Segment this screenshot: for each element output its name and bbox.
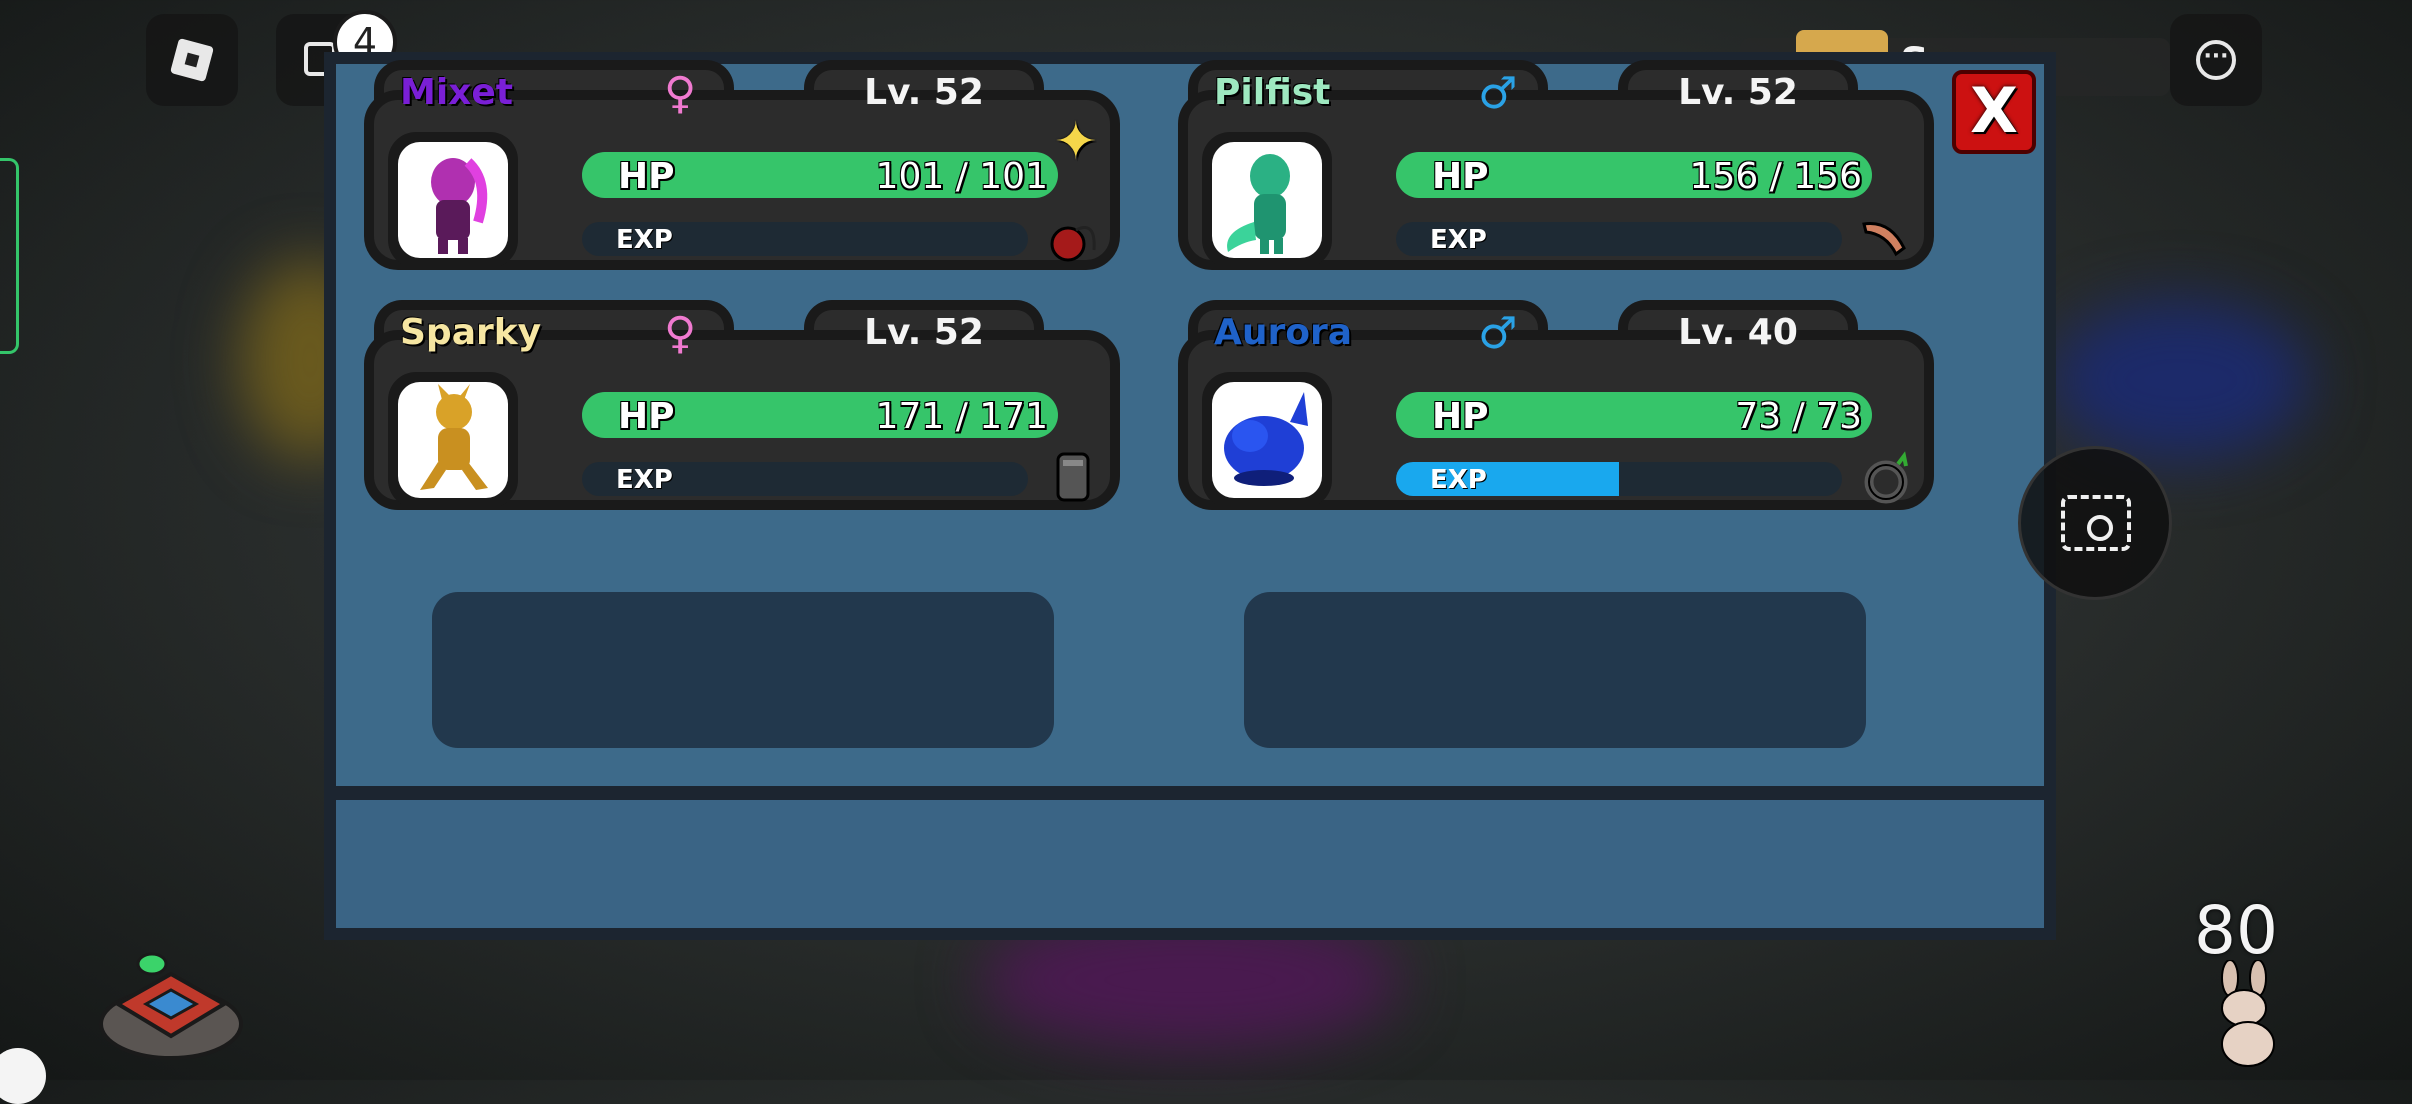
exp-label: EXP (616, 225, 673, 255)
pet-device-icon[interactable] (96, 944, 246, 1064)
more-options-button[interactable]: ··· (2170, 14, 2262, 106)
roblox-menu-button[interactable] (146, 14, 238, 106)
screenshot-button[interactable] (2018, 446, 2172, 600)
side-panel-tab[interactable] (0, 158, 19, 354)
pet-name: Mixet (400, 72, 514, 113)
female-icon: ♀ (664, 68, 697, 119)
pet-name: Pilfist (1214, 72, 1331, 113)
pilfist-sprite-icon (1227, 154, 1290, 254)
red-amulet-icon (1046, 210, 1102, 266)
hp-value: 171 / 171 (875, 396, 1048, 437)
hp-label: HP (618, 156, 675, 197)
panel-footer (336, 800, 2044, 928)
portrait-image (1212, 382, 1322, 498)
empty-party-slot-6[interactable] (1244, 592, 1866, 748)
hp-bar: HP 171 / 171 (582, 392, 1058, 438)
roblox-logo-icon (169, 37, 215, 83)
exp-bar: EXP (1396, 462, 1842, 496)
male-icon: ♂ (1478, 68, 1518, 119)
hp-label: HP (1432, 156, 1489, 197)
portrait-image (1212, 142, 1322, 258)
portrait-image (398, 382, 508, 498)
exp-label: EXP (1430, 225, 1487, 255)
more-options-icon: ··· (2196, 40, 2236, 80)
party-card-aurora[interactable]: Aurora ♂ Lv. 40 HP 73 / 73 EXP (1178, 300, 1934, 510)
male-icon: ♂ (1478, 308, 1518, 359)
empty-party-slot-5[interactable] (432, 592, 1054, 748)
pet-portrait (1202, 372, 1332, 508)
pet-name: Sparky (400, 312, 542, 353)
party-card-sparky[interactable]: Sparky ♀ Lv. 52 HP 171 / 171 EXP (364, 300, 1120, 510)
mixet-sprite-icon (431, 158, 488, 254)
shiny-sparkle-icon: ✦ (1054, 112, 1098, 172)
sparky-sprite-icon (420, 384, 488, 490)
pet-level: Lv. 52 (864, 72, 984, 113)
hp-bar: HP 73 / 73 (1396, 392, 1872, 438)
bunny-icon[interactable] (2200, 959, 2290, 1070)
close-button[interactable]: X (1952, 70, 2036, 154)
corner-indicator (0, 1048, 46, 1104)
pet-portrait (1202, 132, 1332, 268)
party-card-pilfist[interactable]: Pilfist ♂ Lv. 52 HP 156 / 156 EXP (1178, 60, 1934, 270)
phone-icon (1046, 450, 1102, 506)
exp-label: EXP (1430, 465, 1487, 495)
hp-value: 101 / 101 (875, 156, 1048, 197)
hp-bar: HP 101 / 101 (582, 152, 1058, 198)
portrait-image (398, 142, 508, 258)
exp-label: EXP (616, 465, 673, 495)
hp-value: 156 / 156 (1689, 156, 1862, 197)
background-foliage (2050, 300, 2310, 460)
boomerang-icon (1860, 210, 1916, 266)
pet-level: Lv. 40 (1678, 312, 1798, 353)
camera-icon (2061, 495, 2131, 551)
ring-icon (1860, 450, 1916, 506)
party-card-mixet[interactable]: Mixet ♀ Lv. 52 ✦ HP 101 / 101 EXP (364, 60, 1120, 270)
pet-level: Lv. 52 (864, 312, 984, 353)
hp-label: HP (618, 396, 675, 437)
exp-bar: EXP (1396, 222, 1842, 256)
female-icon: ♀ (664, 308, 697, 359)
hp-bar: HP 156 / 156 (1396, 152, 1872, 198)
panel-divider (336, 786, 2044, 800)
event-counter: 80 (2194, 892, 2278, 969)
pet-portrait (388, 372, 518, 508)
pet-level: Lv. 52 (1678, 72, 1798, 113)
aurora-sprite-icon (1224, 392, 1308, 486)
hp-value: 73 / 73 (1735, 396, 1862, 437)
hp-label: HP (1432, 396, 1489, 437)
pet-name: Aurora (1214, 312, 1353, 353)
exp-bar: EXP (582, 462, 1028, 496)
pet-portrait (388, 132, 518, 268)
exp-bar: EXP (582, 222, 1028, 256)
